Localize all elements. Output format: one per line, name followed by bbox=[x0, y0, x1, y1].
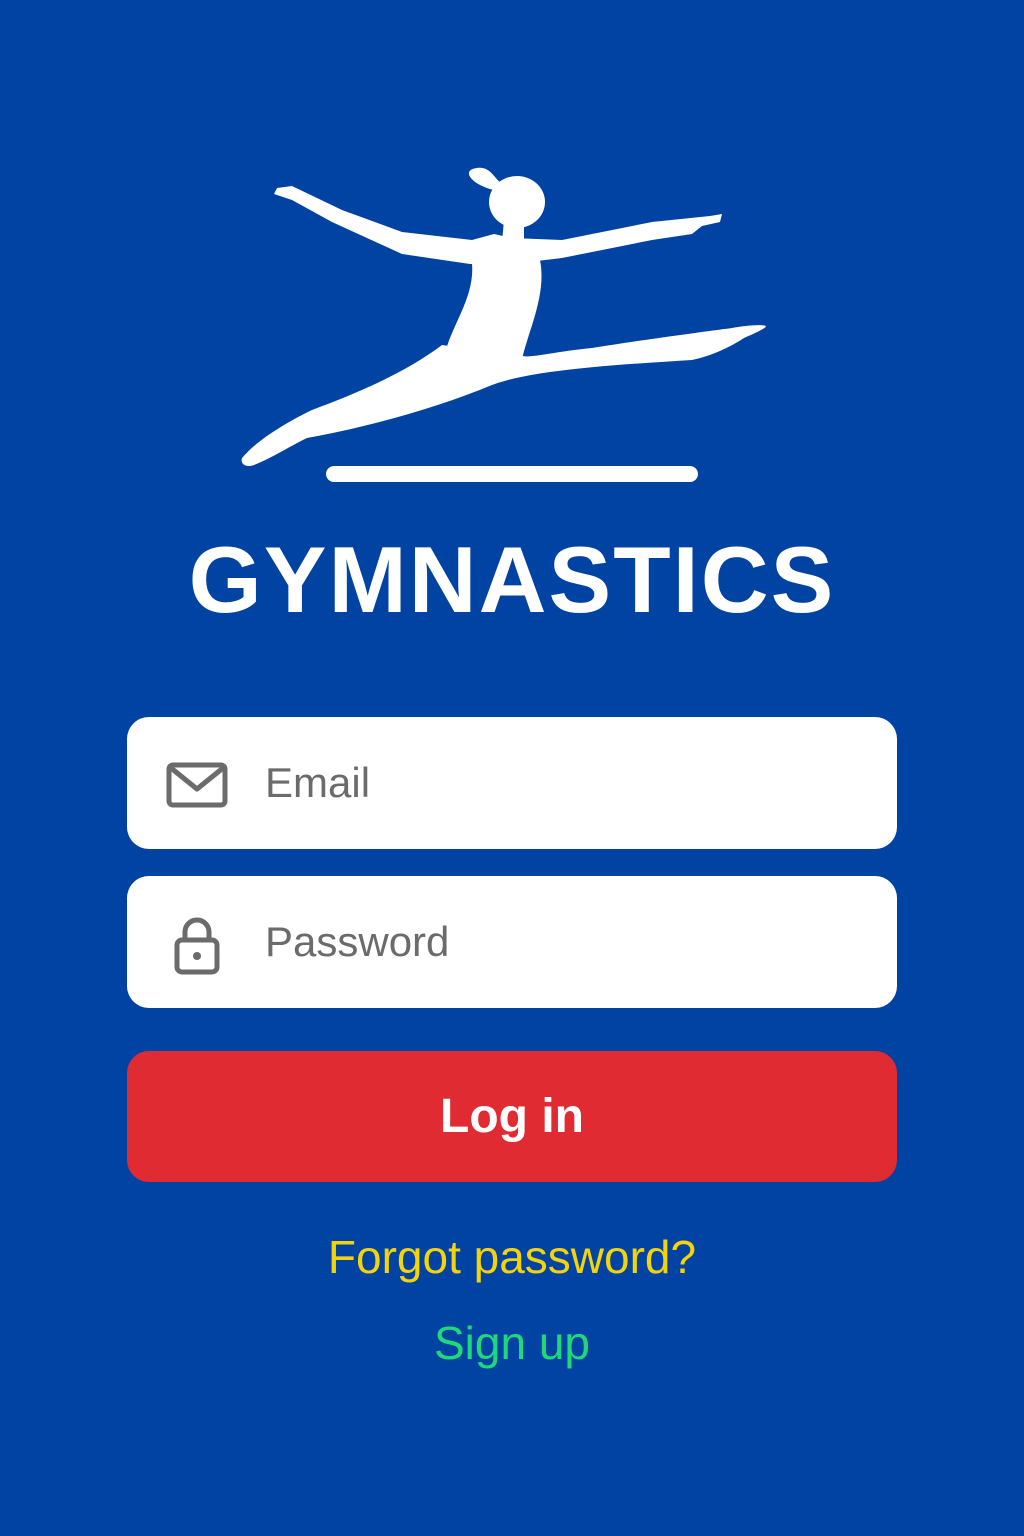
login-screen: GYMNASTICS Log in Forgot password? Sign … bbox=[0, 0, 1024, 1536]
password-field[interactable] bbox=[127, 876, 897, 1008]
login-button[interactable]: Log in bbox=[127, 1051, 897, 1182]
gymnast-logo-icon bbox=[241, 167, 766, 482]
forgot-password-link[interactable]: Forgot password? bbox=[0, 1227, 1024, 1287]
sign-up-link[interactable]: Sign up bbox=[0, 1313, 1024, 1373]
app-title: GYMNASTICS bbox=[188, 527, 836, 632]
lock-icon bbox=[174, 917, 220, 975]
password-input[interactable] bbox=[265, 876, 865, 1008]
envelope-icon bbox=[166, 762, 228, 808]
email-input[interactable] bbox=[265, 717, 865, 849]
email-field[interactable] bbox=[127, 717, 897, 849]
